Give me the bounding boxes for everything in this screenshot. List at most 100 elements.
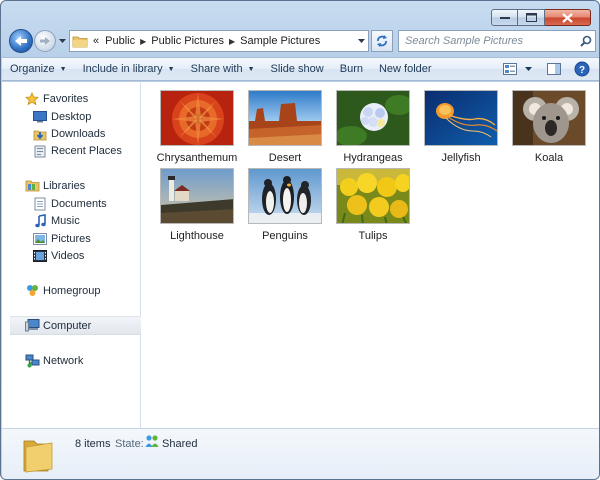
help-button[interactable]: ? — [571, 58, 593, 80]
burn-label: Burn — [339, 63, 363, 75]
search-icon[interactable] — [577, 35, 595, 47]
preview-pane-button[interactable] — [543, 58, 565, 80]
maximize-button[interactable] — [518, 9, 545, 26]
nav-pictures-label: Pictures — [51, 232, 91, 245]
shared-icon — [145, 434, 159, 448]
tulips-thumbnail — [336, 168, 410, 224]
help-icon: ? — [574, 61, 590, 77]
organize-menu[interactable]: Organize ▼ — [2, 58, 75, 80]
file-tile-tulips[interactable]: Tulips — [331, 168, 415, 246]
chevron-down-icon: ▼ — [247, 65, 255, 73]
share-with-menu[interactable]: Share with ▼ — [183, 58, 263, 80]
file-tile-desert[interactable]: Desert — [243, 90, 327, 168]
nav-videos[interactable]: Videos — [32, 247, 141, 264]
file-tile-hydrangeas[interactable]: Hydrangeas — [331, 90, 415, 168]
nav-music[interactable]: Music — [32, 212, 141, 229]
file-name: Desert — [268, 152, 302, 164]
computer-icon — [24, 318, 40, 334]
file-name: Hydrangeas — [343, 152, 403, 164]
preview-pane-icon — [547, 63, 561, 75]
nav-downloads[interactable]: Downloads — [32, 125, 141, 142]
new-folder-button[interactable]: New folder — [371, 58, 440, 80]
recent-pages-dropdown[interactable] — [58, 36, 66, 46]
chevron-right-icon[interactable]: ▶ — [227, 37, 237, 46]
navigation-row: « Public ▶ Public Pictures ▶ Sample Pict… — [7, 29, 596, 55]
nav-computer[interactable]: Computer — [10, 316, 141, 335]
file-name: Chrysanthemum — [156, 152, 238, 164]
refresh-button[interactable] — [371, 30, 393, 52]
include-in-library-label: Include in library — [82, 63, 163, 75]
nav-documents[interactable]: Documents — [32, 195, 141, 212]
nav-desktop[interactable]: Desktop — [32, 108, 141, 125]
details-pane: 8 items State: Shared — [2, 428, 599, 479]
desktop-icon — [32, 109, 48, 125]
forward-button[interactable] — [34, 30, 56, 52]
nav-libraries-label: Libraries — [43, 179, 86, 192]
file-tile-penguins[interactable]: Penguins — [243, 168, 327, 246]
back-button[interactable] — [9, 29, 33, 53]
file-name: Tulips — [358, 230, 388, 242]
penguins-thumbnail — [248, 168, 322, 224]
include-in-library-menu[interactable]: Include in library ▼ — [75, 58, 183, 80]
navigation-pane: Favorites Desktop Downloads Recent Place… — [2, 82, 141, 428]
downloads-icon — [32, 126, 48, 142]
nav-network[interactable]: Network — [24, 352, 141, 369]
close-button[interactable] — [545, 9, 591, 26]
state-value: Shared — [162, 438, 198, 450]
pictures-icon — [32, 231, 48, 247]
breadcrumb: « Public ▶ Public Pictures ▶ Sample Pict… — [90, 31, 354, 51]
change-view-button[interactable] — [499, 58, 521, 80]
search-input[interactable] — [399, 35, 577, 47]
minimize-button[interactable] — [491, 9, 518, 26]
file-tile-koala[interactable]: Koala — [507, 90, 591, 168]
search-box[interactable] — [398, 30, 596, 52]
new-folder-label: New folder — [378, 63, 432, 75]
documents-icon — [32, 196, 48, 212]
breadcrumb-sample-pictures[interactable]: Sample Pictures — [237, 35, 323, 47]
nav-computer-label: Computer — [43, 319, 92, 332]
nav-homegroup-label: Homegroup — [43, 284, 101, 297]
network-icon — [24, 353, 40, 369]
close-icon — [562, 12, 573, 23]
nav-recent-places[interactable]: Recent Places — [32, 142, 141, 159]
burn-button[interactable]: Burn — [332, 58, 371, 80]
address-history-dropdown[interactable] — [354, 31, 368, 51]
desert-thumbnail — [248, 90, 322, 146]
music-note-icon — [32, 213, 48, 229]
jellyfish-thumbnail — [424, 90, 498, 146]
file-name: Lighthouse — [170, 230, 224, 242]
chevron-down-icon: ▼ — [59, 65, 67, 73]
slide-show-button[interactable]: Slide show — [263, 58, 332, 80]
nav-recent-places-label: Recent Places — [51, 144, 122, 157]
chevron-right-icon[interactable]: ▶ — [138, 37, 148, 46]
nav-favorites[interactable]: Favorites — [24, 90, 141, 107]
view-icon — [503, 63, 517, 75]
nav-libraries[interactable]: Libraries — [24, 177, 141, 194]
slide-show-label: Slide show — [270, 63, 324, 75]
file-tile-chrysanthemum[interactable]: Chrysanthemum — [155, 90, 239, 168]
folder-icon — [22, 435, 58, 473]
breadcrumb-public-pictures[interactable]: Public Pictures — [148, 35, 227, 47]
hydrangeas-thumbnail — [336, 90, 410, 146]
nav-favorites-label: Favorites — [43, 92, 89, 105]
breadcrumb-public[interactable]: Public — [102, 35, 138, 47]
command-bar: Organize ▼ Include in library ▼ Share with… — [2, 57, 599, 81]
chrysanthemum-thumbnail — [160, 90, 234, 146]
forward-arrow-icon — [40, 37, 50, 45]
nav-network-label: Network — [43, 354, 84, 367]
nav-pictures[interactable]: Pictures — [32, 230, 141, 247]
folder-icon — [70, 31, 90, 51]
more-views-dropdown[interactable] — [521, 58, 535, 80]
libraries-icon — [24, 178, 40, 194]
file-tile-jellyfish[interactable]: Jellyfish — [419, 90, 503, 168]
file-name: Koala — [534, 152, 564, 164]
file-tile-lighthouse[interactable]: Lighthouse — [155, 168, 239, 246]
breadcrumb-overflow[interactable]: « — [90, 35, 102, 47]
lighthouse-thumbnail — [160, 168, 234, 224]
videos-icon — [32, 248, 48, 264]
state-label: State: — [115, 438, 144, 450]
main-area: Favorites Desktop Downloads Recent Place… — [2, 82, 599, 428]
nav-homegroup[interactable]: Homegroup — [24, 282, 141, 299]
address-bar[interactable]: « Public ▶ Public Pictures ▶ Sample Pict… — [69, 30, 369, 52]
nav-desktop-label: Desktop — [51, 110, 92, 123]
